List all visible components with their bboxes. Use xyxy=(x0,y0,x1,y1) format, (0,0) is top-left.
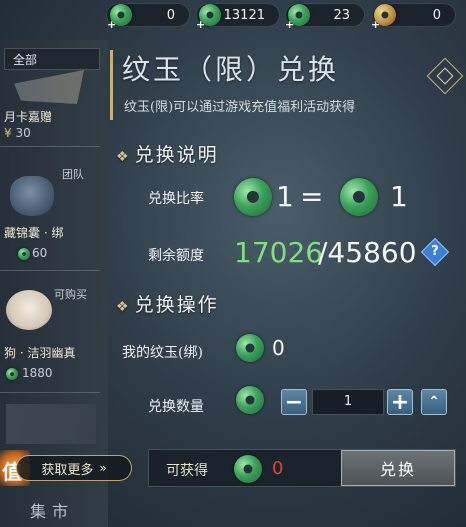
max-button[interactable]: ⌃ xyxy=(421,389,447,415)
plus-glyph: + xyxy=(390,389,410,415)
close-diamond-icon[interactable] xyxy=(426,57,464,95)
item-title: 狗 · 洁羽幽真 xyxy=(4,346,76,360)
item-title: 藏锦囊 · 绑 xyxy=(4,226,64,240)
shop-item[interactable]: 月卡嘉赠 ¥ 30 xyxy=(0,70,100,142)
jade-bound-icon xyxy=(234,178,272,216)
qty-label: 兑换数量 xyxy=(148,399,204,415)
jade-icon xyxy=(6,368,18,380)
chevron-right-icon: » xyxy=(99,461,107,475)
currency-value: 23 xyxy=(333,7,350,23)
pet-image xyxy=(6,290,52,330)
jade-add-icon[interactable] xyxy=(196,4,221,31)
item-price: ¥ 30 xyxy=(4,126,31,140)
rate-right-value: 1 xyxy=(390,180,408,213)
minus-button[interactable]: − xyxy=(281,389,307,415)
page-subtitle: 纹玉(限)可以通过游戏充值福利活动获得 xyxy=(124,100,356,115)
filter-dropdown[interactable]: 全部 xyxy=(4,48,100,70)
rate-left-value: 1 xyxy=(276,180,294,213)
exchange-button[interactable]: 兑换 xyxy=(341,450,455,486)
exchange-label: 兑换 xyxy=(379,460,416,479)
jade-add-icon[interactable] xyxy=(107,4,132,31)
quantity-input[interactable]: 1 xyxy=(312,389,384,415)
token-add-icon[interactable] xyxy=(371,4,396,31)
jade-bound-icon xyxy=(236,386,264,414)
jade-bound-add-icon[interactable] xyxy=(285,4,310,31)
title-accent xyxy=(110,50,113,120)
help-text: ? xyxy=(431,244,439,259)
currency-value: 0 xyxy=(166,7,175,23)
jade-icon xyxy=(234,455,262,483)
item-tag: 团队 xyxy=(62,168,84,181)
max-glyph: ⌃ xyxy=(428,394,440,410)
jade-icon xyxy=(340,178,378,216)
item-price: 1880 xyxy=(22,366,53,380)
item-image xyxy=(14,70,84,104)
market-label[interactable]: 集市 xyxy=(30,498,74,522)
section-info-heading: ❖ 兑换说明 xyxy=(116,140,219,167)
get-more-label: 获取更多 xyxy=(41,462,94,478)
help-icon[interactable]: ? xyxy=(420,237,450,267)
rate-label: 兑换比率 xyxy=(148,191,204,207)
currency-value: 13121 xyxy=(223,7,265,23)
section-op-heading: ❖ 兑换操作 xyxy=(116,290,219,317)
yen-symbol: ¥ xyxy=(4,126,12,140)
diamond-icon: ❖ xyxy=(116,299,131,315)
item-divider xyxy=(0,392,100,393)
gain-value: 0 xyxy=(272,458,284,479)
rate-equals: = xyxy=(300,180,324,213)
gain-label: 可获得 xyxy=(166,463,208,479)
item-divider xyxy=(0,146,100,147)
item-divider xyxy=(0,270,100,271)
page-title: 纹玉（限）兑换 xyxy=(122,53,340,86)
currency-value: 0 xyxy=(432,7,441,23)
minus-glyph: − xyxy=(284,389,304,415)
plus-button[interactable]: + xyxy=(387,389,413,415)
remaining-label: 剩余额度 xyxy=(148,248,204,264)
remaining-total: /45860 xyxy=(318,236,417,269)
pouch-image xyxy=(10,176,54,216)
remaining-used: 17026 xyxy=(234,236,324,269)
section-info-title: 兑换说明 xyxy=(134,144,219,166)
jade-icon xyxy=(18,248,30,260)
shop-item[interactable]: 可购买 狗 · 洁羽幽真 1880 xyxy=(0,282,100,382)
item-price-value: 30 xyxy=(15,126,31,140)
item-title: 月卡嘉赠 xyxy=(4,110,53,124)
item-price: 60 xyxy=(32,246,48,260)
shop-item-partial[interactable] xyxy=(6,404,96,444)
jade-bound-icon xyxy=(236,334,264,362)
item-tag: 可购买 xyxy=(54,288,87,301)
my-jade-label: 我的纹玉(绑) xyxy=(122,345,203,361)
filter-label: 全部 xyxy=(13,53,38,67)
diamond-icon: ❖ xyxy=(116,149,131,165)
get-more-button[interactable]: 获取更多 » xyxy=(16,455,132,481)
my-jade-value: 0 xyxy=(272,336,285,360)
shop-item[interactable]: 团队 藏锦囊 · 绑 60 xyxy=(0,160,100,264)
section-op-title: 兑换操作 xyxy=(134,294,219,316)
